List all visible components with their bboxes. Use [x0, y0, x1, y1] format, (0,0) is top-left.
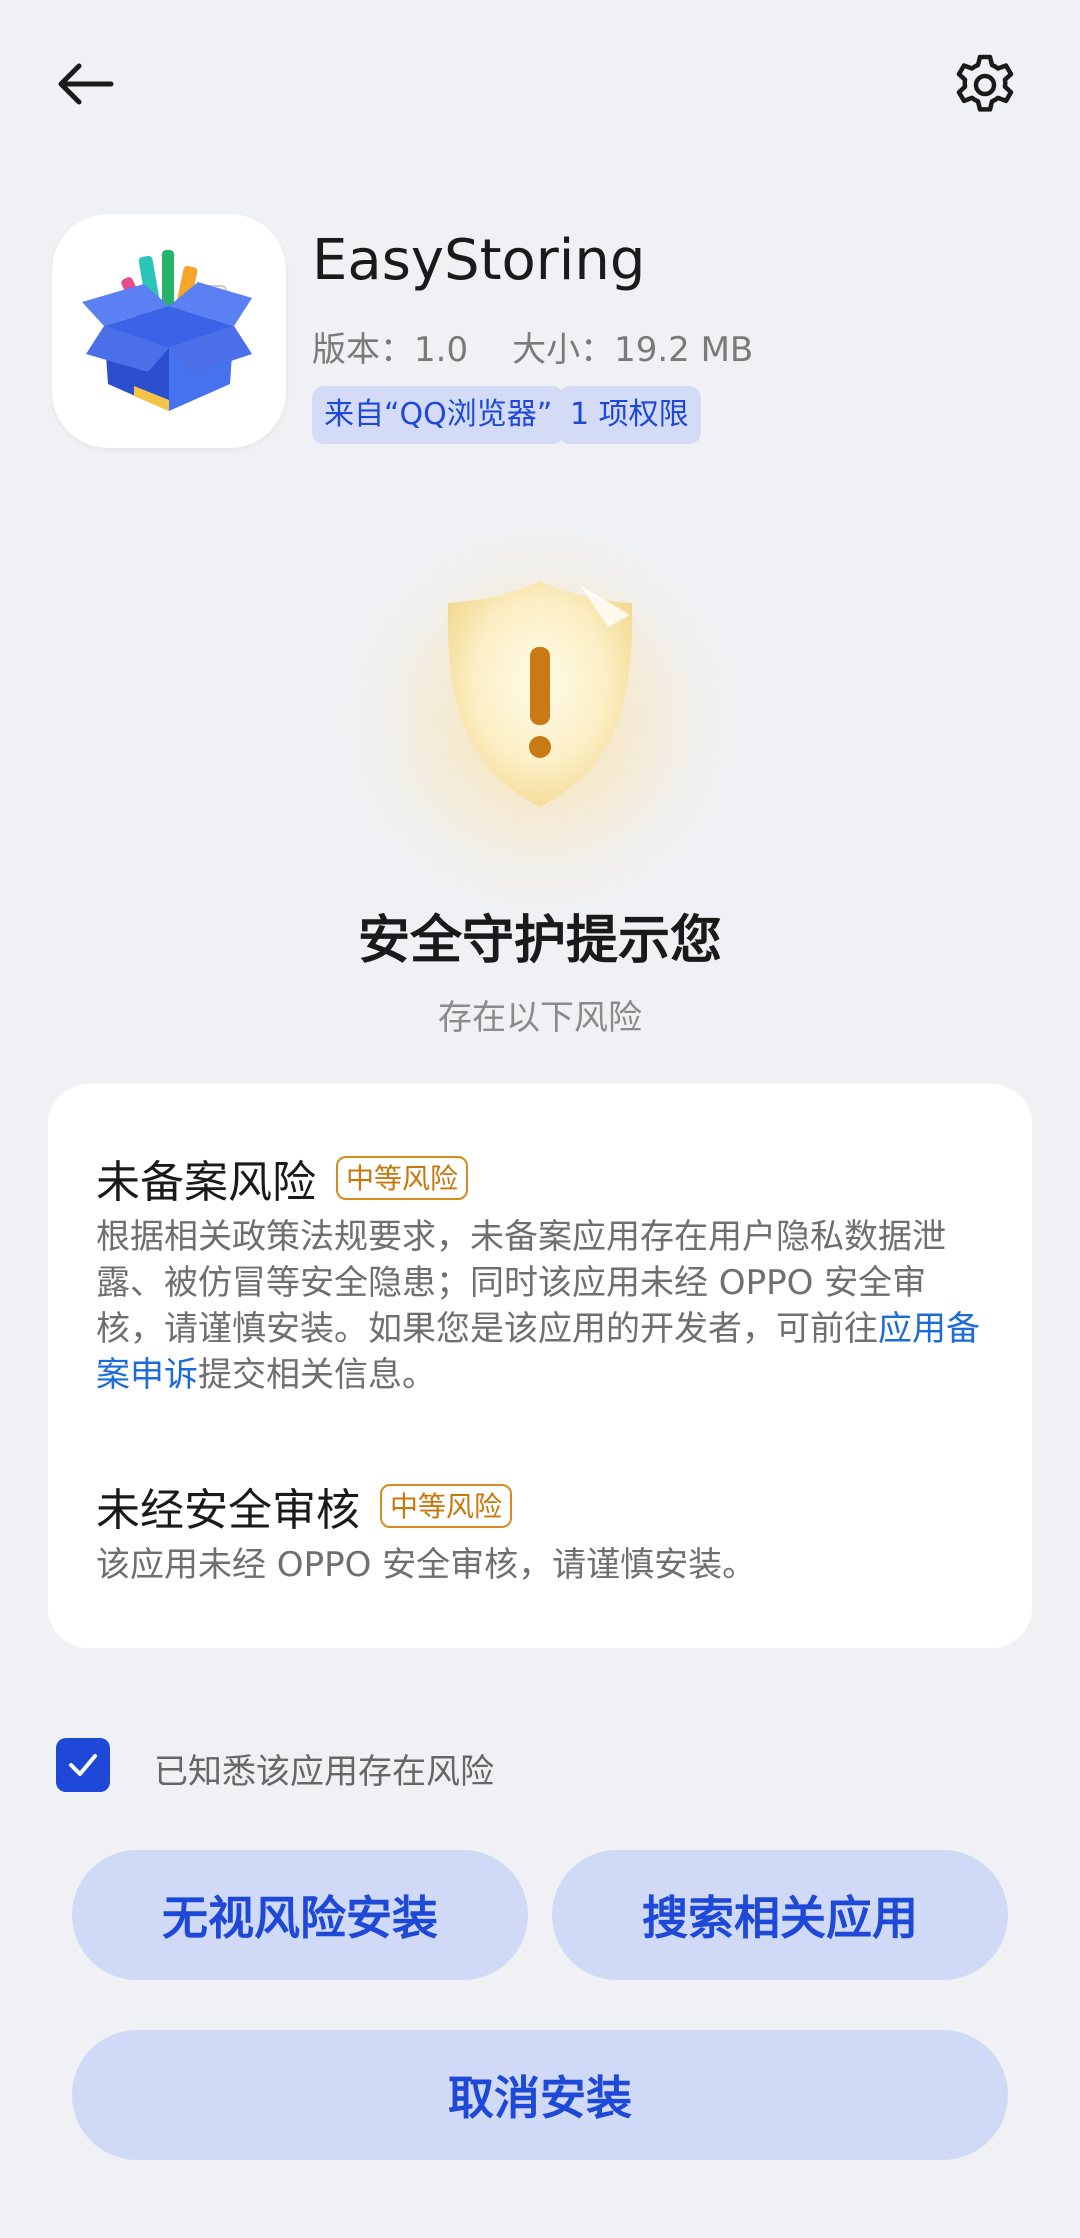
- risk-card: 未备案风险 中等风险 根据相关政策法规要求，未备案应用存在用户隐私数据泄露、被仿…: [48, 1084, 1032, 1648]
- alert-subtitle: 存在以下风险: [438, 998, 642, 1038]
- risk-item-unregistered: 未备案风险 中等风险: [96, 1146, 469, 1210]
- app-meta: 版本：1.0 大小：19.2 MB: [312, 322, 753, 371]
- risk-description: 根据相关政策法规要求，未备案应用存在用户隐私数据泄露、被仿冒等安全隐患；同时该应…: [96, 1214, 986, 1398]
- source-tag: 来自“QQ浏览器”: [312, 386, 565, 444]
- risk-description: 该应用未经 OPPO 安全审核，请谨慎安装。: [96, 1545, 757, 1585]
- cancel-install-button[interactable]: 取消安装: [72, 2030, 1008, 2160]
- shield-warning-icon: [430, 575, 650, 819]
- risk-title: 未备案风险: [96, 1157, 316, 1208]
- acknowledge-label[interactable]: 已知悉该应用存在风险: [154, 1744, 494, 1793]
- app-name: EasyStoring: [312, 228, 646, 293]
- ignore-risk-install-button[interactable]: 无视风险安装: [72, 1850, 528, 1980]
- risk-description-text: 根据相关政策法规要求，未备案应用存在用户隐私数据泄露、被仿冒等安全隐患；同时该应…: [96, 1217, 946, 1349]
- risk-level-badge: 中等风险: [336, 1156, 469, 1200]
- app-size: 大小：19.2 MB: [512, 330, 754, 370]
- app-icon: [52, 214, 286, 448]
- risk-description-suffix: 提交相关信息。: [198, 1355, 436, 1395]
- acknowledge-checkbox[interactable]: [56, 1738, 110, 1792]
- box-app-icon: [82, 250, 252, 411]
- settings-button[interactable]: [940, 40, 1030, 130]
- back-button[interactable]: [40, 44, 130, 124]
- app-version: 版本：1.0: [312, 330, 469, 370]
- permissions-tag[interactable]: 1 项权限: [558, 386, 701, 444]
- search-related-apps-button[interactable]: 搜索相关应用: [552, 1850, 1008, 1980]
- risk-level-badge: 中等风险: [380, 1484, 513, 1528]
- risk-item-unreviewed: 未经安全审核 中等风险: [96, 1474, 513, 1538]
- risk-title: 未经安全审核: [96, 1485, 360, 1536]
- gear-icon: [956, 54, 1014, 112]
- alert-title: 安全守护提示您: [357, 911, 722, 971]
- arrow-left-icon: [58, 63, 114, 105]
- check-icon: [69, 1754, 97, 1776]
